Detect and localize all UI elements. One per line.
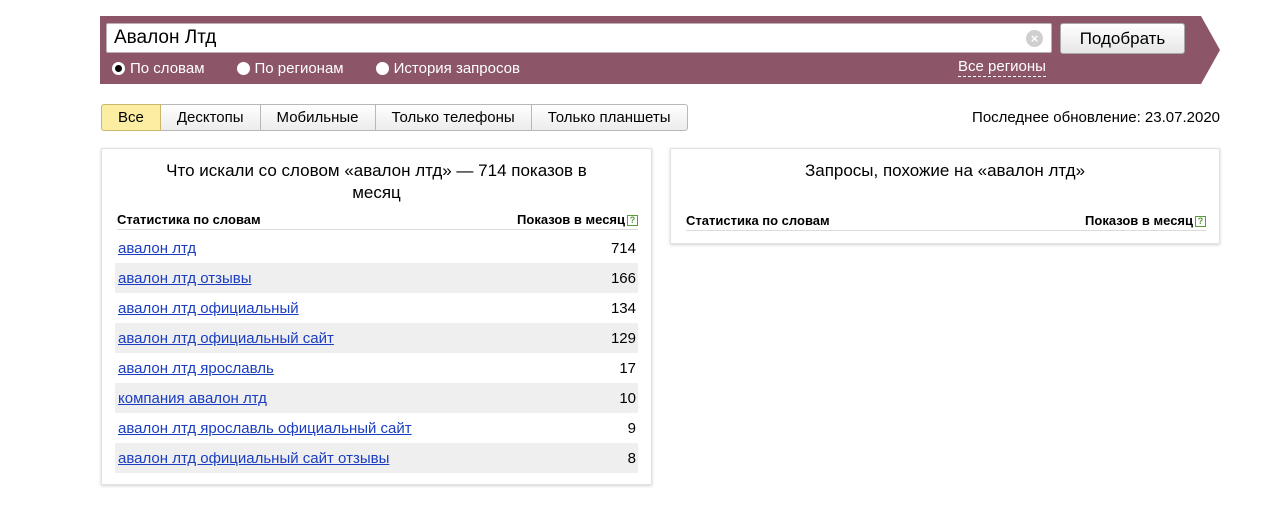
impressions-count: 8 <box>627 449 636 467</box>
impressions-count: 129 <box>610 329 636 347</box>
phrase-link[interactable]: компания авалон лтд <box>118 390 267 407</box>
table-row: авалон лтд 714 <box>115 233 638 263</box>
phrase-link[interactable]: авалон лтд ярославль официальный сайт <box>118 420 412 437</box>
search-input[interactable] <box>106 23 1052 53</box>
impressions-count: 166 <box>610 269 636 287</box>
table-row: авалон лтд официальный сайт 129 <box>115 323 638 353</box>
radio-by-words[interactable]: По словам <box>112 60 205 77</box>
column-header-count-label: Показов в месяц <box>517 212 625 227</box>
impressions-count: 714 <box>610 239 636 257</box>
impressions-count: 10 <box>619 389 636 407</box>
phrase-link[interactable]: авалон лтд <box>118 240 196 257</box>
all-regions-link[interactable]: Все регионы <box>958 58 1046 77</box>
clear-icon[interactable]: × <box>1026 30 1043 47</box>
similar-queries-header: Статистика по словам Показов в месяц? <box>686 211 1206 231</box>
impressions-count: 17 <box>619 359 636 377</box>
radio-unchecked-icon <box>236 61 250 75</box>
device-tabs: Все Десктопы Мобильные Только телефоны Т… <box>101 104 688 131</box>
tab-mobile[interactable]: Мобильные <box>260 104 376 131</box>
radio-label: По словам <box>130 59 205 77</box>
phrase-link[interactable]: авалон лтд официальный <box>118 300 299 317</box>
table-row: авалон лтд ярославль официальный сайт 9 <box>115 413 638 443</box>
radio-label: История запросов <box>393 59 520 77</box>
submit-button[interactable]: Подобрать <box>1060 23 1185 54</box>
impressions-count: 9 <box>627 419 636 437</box>
tab-desktops[interactable]: Десктопы <box>160 104 261 131</box>
word-stats-title: Что искали со словом «авалон лтд» — 714 … <box>166 161 587 202</box>
radio-by-regions[interactable]: По регионам <box>236 59 344 77</box>
similar-queries-panel: Запросы, похожие на «авалон лтд» Статист… <box>670 148 1220 244</box>
radio-unchecked-icon <box>375 61 389 75</box>
last-update-text: Последнее обновление: 23.07.2020 <box>972 109 1220 126</box>
help-icon[interactable]: ? <box>1195 216 1206 228</box>
search-banner: × Подобрать По словам По регионам Истори… <box>100 16 1220 84</box>
help-icon[interactable]: ? <box>627 215 638 227</box>
radio-checked-icon <box>112 61 125 75</box>
word-stats-panel: Что искали со словом «авалон лтд» — 714 … <box>101 148 652 485</box>
table-row: компания авалон лтд 10 <box>115 383 638 413</box>
phrase-link[interactable]: авалон лтд официальный сайт отзывы <box>118 450 389 467</box>
impressions-count: 134 <box>610 299 636 317</box>
word-stats-rows: авалон лтд 714 авалон лтд отзывы 166 ава… <box>115 233 638 473</box>
column-header-count: Показов в месяц? <box>517 212 638 227</box>
column-header-count: Показов в месяц? <box>1085 213 1206 228</box>
tab-tablets-only[interactable]: Только планшеты <box>531 104 688 131</box>
search-mode-group: По словам По регионам История запросов <box>112 58 552 78</box>
table-row: авалон лтд отзывы 166 <box>115 263 638 293</box>
word-stats-header: Статистика по словам Показов в месяц? <box>117 210 638 230</box>
radio-label: По регионам <box>254 59 344 77</box>
tab-phones-only[interactable]: Только телефоны <box>375 104 532 131</box>
table-row: авалон лтд официальный сайт отзывы 8 <box>115 443 638 473</box>
tab-all[interactable]: Все <box>101 104 161 131</box>
phrase-link[interactable]: авалон лтд отзывы <box>118 270 252 287</box>
column-header-words: Статистика по словам <box>686 213 830 228</box>
radio-query-history[interactable]: История запросов <box>375 59 520 77</box>
phrase-link[interactable]: авалон лтд ярославль <box>118 360 274 377</box>
table-row: авалон лтд ярославль 17 <box>115 353 638 383</box>
column-header-words: Статистика по словам <box>117 212 261 227</box>
table-row: авалон лтд официальный 134 <box>115 293 638 323</box>
similar-queries-title: Запросы, похожие на «авалон лтд» <box>804 161 1086 180</box>
column-header-count-label: Показов в месяц <box>1085 213 1193 228</box>
phrase-link[interactable]: авалон лтд официальный сайт <box>118 330 334 347</box>
